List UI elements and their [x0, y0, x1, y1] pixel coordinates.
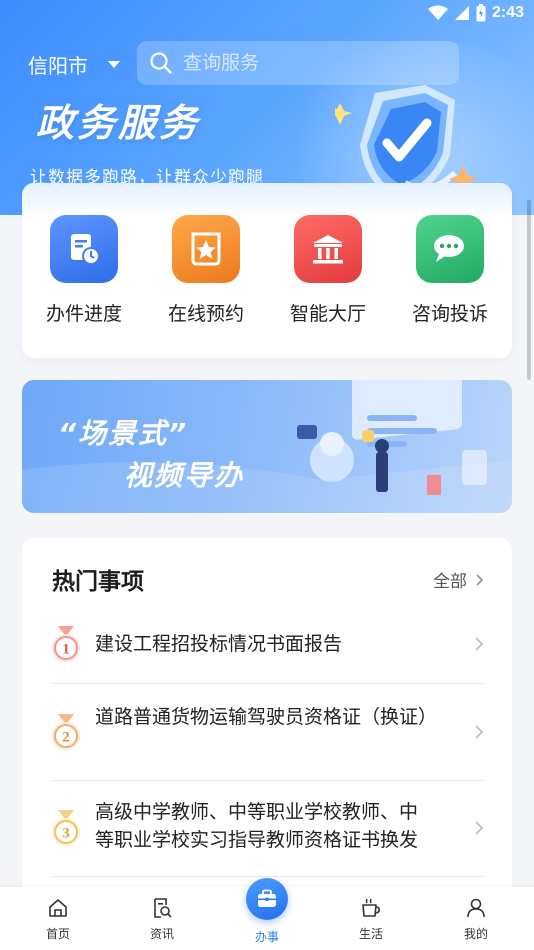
- quick-action-progress[interactable]: 办件进度: [34, 215, 134, 326]
- view-all-link[interactable]: 全部: [433, 567, 484, 592]
- hot-item-row[interactable]: 1 建设工程招投标情况书面报告: [50, 624, 484, 664]
- chevron-right-icon: [475, 637, 484, 651]
- status-icons: 2:43: [427, 4, 524, 22]
- tab-label: 我的: [463, 927, 488, 941]
- hot-item-text: 建设工程招投标情况书面报告: [95, 633, 343, 655]
- tab-label: 生活: [358, 927, 383, 941]
- tab-home[interactable]: 首页: [23, 897, 93, 942]
- hot-item-row[interactable]: 2 道路普通货物运输驾驶员资格证（换证）: [50, 706, 484, 766]
- status-time: 2:43: [491, 4, 524, 21]
- banner-title-line1: “场景式”: [58, 417, 189, 450]
- status-bar: 2:43: [0, 0, 534, 28]
- chat-bubbles-icon: [416, 215, 484, 283]
- progress-document-icon: [50, 215, 118, 283]
- rank-number: 3: [62, 826, 70, 842]
- city-label: 信阳市: [28, 54, 88, 78]
- tab-label: 资讯: [149, 927, 174, 941]
- tab-news[interactable]: 资讯: [127, 897, 197, 942]
- hot-item-text: 道路普通货物运输驾驶员资格证（换证）: [95, 706, 438, 728]
- search-input[interactable]: [183, 52, 433, 74]
- divider: [50, 780, 484, 781]
- search-bar[interactable]: [137, 41, 459, 85]
- chevron-right-icon: [476, 573, 484, 586]
- quick-action-hall[interactable]: 智能大厅: [278, 215, 378, 326]
- tab-life[interactable]: 生活: [336, 897, 406, 942]
- briefcase-icon: [258, 889, 276, 907]
- rank-medal-icon: 3: [52, 810, 80, 846]
- hot-items-title: 热门事项: [52, 569, 144, 595]
- search-icon: [150, 52, 172, 74]
- tab-services[interactable]: 办事: [232, 925, 302, 945]
- chevron-right-icon: [475, 725, 484, 739]
- rank-medal-icon: 1: [52, 626, 80, 662]
- home-icon: [49, 899, 67, 917]
- quick-action-appointment[interactable]: 在线预约: [156, 215, 256, 326]
- quick-action-consult[interactable]: 咨询投诉: [400, 215, 500, 326]
- scrollbar[interactable]: [527, 200, 531, 380]
- card-top-fade: [22, 183, 512, 217]
- rank-medal-icon: 2: [52, 714, 80, 750]
- rank-number: 2: [62, 730, 70, 746]
- quick-action-label: 办件进度: [45, 303, 122, 325]
- hot-item-row[interactable]: 3 高级中学教师、中等职业学校教师、中等职业学校实习指导教师资格证书换发: [50, 801, 484, 862]
- coffee-cup-icon: [362, 898, 380, 917]
- wifi-icon: [427, 5, 448, 20]
- battery-icon: [476, 4, 486, 22]
- tab-label: 办事: [254, 930, 279, 944]
- services-center-button[interactable]: [246, 878, 288, 920]
- signal-icon: [454, 6, 469, 20]
- tab-label: 首页: [45, 927, 70, 941]
- tab-profile[interactable]: 我的: [441, 897, 511, 942]
- caret-down-icon: [108, 61, 120, 68]
- video-guide-banner[interactable]: “场景式” 视频导办: [22, 380, 512, 513]
- city-selector[interactable]: 信阳市: [28, 50, 120, 79]
- quick-action-label: 咨询投诉: [411, 303, 488, 325]
- divider: [50, 876, 484, 877]
- view-all-label: 全部: [433, 572, 467, 592]
- person-icon: [467, 898, 485, 918]
- star-appointment-icon: [172, 215, 240, 283]
- divider: [50, 683, 484, 684]
- banner-title-line2: 视频导办: [124, 459, 245, 492]
- hot-item-text: 高级中学教师、中等职业学校教师、中等职业学校实习指导教师资格证书换发: [95, 801, 419, 851]
- quick-actions-card: 办件进度 在线预约 智能大厅 咨询投诉: [22, 183, 512, 358]
- page-title: 政务服务: [36, 101, 201, 145]
- government-hall-icon: [294, 215, 362, 283]
- quick-action-label: 在线预约: [167, 303, 244, 325]
- chevron-right-icon: [475, 821, 484, 835]
- quick-action-label: 智能大厅: [289, 303, 366, 325]
- rank-number: 1: [62, 642, 70, 658]
- news-search-icon: [154, 898, 172, 918]
